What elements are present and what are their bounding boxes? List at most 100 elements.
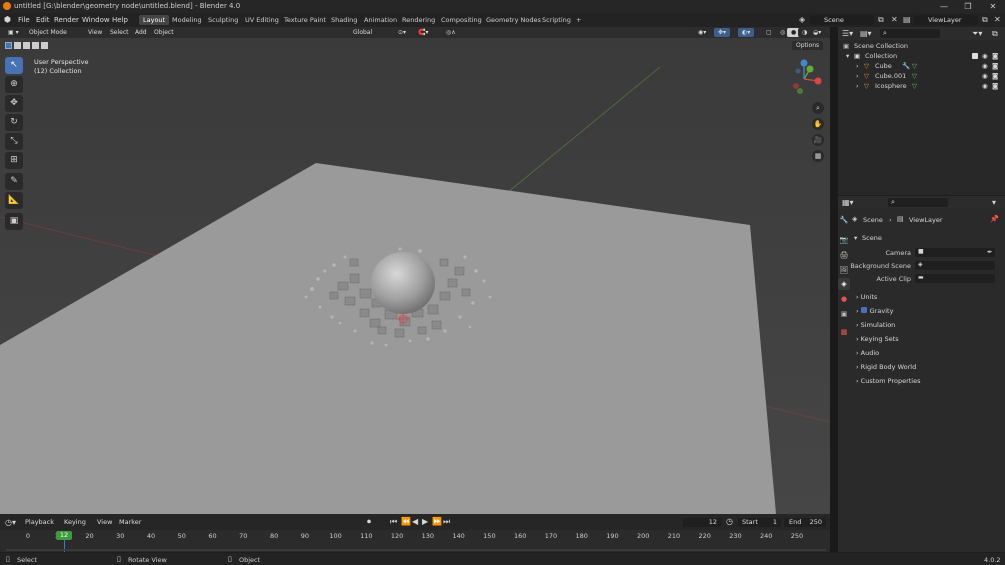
render-tab-icon[interactable]: 📷 bbox=[838, 234, 850, 246]
outliner-editor-type-icon[interactable]: ☰▾ bbox=[842, 29, 853, 38]
record-icon[interactable]: ⏺ bbox=[367, 517, 371, 527]
camera-view-icon[interactable]: 🎥 bbox=[812, 134, 824, 146]
scale-tool-icon[interactable]: ⤡ bbox=[5, 133, 23, 150]
outliner-object-cube[interactable]: › ▽ Cube 🔧 ▽ ◉ ◙ bbox=[838, 61, 1005, 71]
background-scene-field[interactable] bbox=[915, 261, 995, 270]
measure-tool-icon[interactable]: 📐 bbox=[5, 192, 23, 209]
pivot-icon[interactable]: ⊙▾ bbox=[394, 28, 411, 37]
annotate-tool-icon[interactable]: ✎ bbox=[5, 173, 23, 190]
keying-sets-section[interactable]: › Keying Sets bbox=[856, 335, 899, 343]
select-extend-icon[interactable] bbox=[14, 42, 21, 49]
new-collection-icon[interactable]: ⧉ bbox=[992, 29, 998, 39]
object-mode-dropdown[interactable]: Object Mode bbox=[25, 28, 81, 37]
outliner-collection[interactable]: ▾ ▣ Collection ◉ ◙ bbox=[838, 51, 1005, 61]
output-tab-icon[interactable]: 🖨 bbox=[838, 249, 850, 261]
menu-add[interactable]: Add bbox=[131, 28, 151, 37]
playhead-marker[interactable]: 12 bbox=[56, 531, 72, 540]
camera-field[interactable] bbox=[915, 248, 995, 257]
outliner-object-cube-001[interactable]: › ▽ Cube.001 ▽ ◉ ◙ bbox=[838, 71, 1005, 81]
xray-icon[interactable]: ▢ bbox=[762, 28, 776, 37]
tool-tab-icon[interactable]: 🔧 bbox=[838, 214, 850, 226]
3d-viewport[interactable]: ▣ ▾ Object Mode View Select Add Object G… bbox=[0, 27, 830, 514]
delete-view-layer-icon[interactable]: ✕ bbox=[994, 15, 1001, 24]
tab-modeling[interactable]: Modeling bbox=[168, 15, 206, 25]
pin-icon[interactable]: 📌 bbox=[990, 215, 999, 223]
proportional-edit-icon[interactable]: ◎∧ bbox=[442, 28, 460, 37]
timeline-editor-type-icon[interactable]: ◷▾ bbox=[5, 518, 16, 527]
visibility-icon[interactable]: ◉▾ bbox=[694, 28, 711, 37]
texture-tab-icon[interactable]: ▩ bbox=[838, 326, 850, 338]
editor-type-button[interactable]: ▣ ▾ bbox=[4, 28, 23, 37]
close-button[interactable]: ✕ bbox=[985, 1, 1001, 12]
blender-menu-icon[interactable]: ⬢ bbox=[4, 15, 11, 24]
camera-render-icon[interactable]: ◙ bbox=[992, 61, 998, 71]
gizmo-x-axis[interactable] bbox=[814, 77, 822, 85]
expand-icon[interactable]: ▾ bbox=[846, 51, 849, 61]
camera-render-icon[interactable]: ◙ bbox=[992, 81, 998, 91]
eye-icon[interactable]: ◉ bbox=[982, 61, 988, 71]
zoom-icon[interactable]: ⌕ bbox=[812, 102, 824, 114]
menu-keying[interactable]: Keying bbox=[64, 518, 86, 527]
rotate-tool-icon[interactable]: ↻ bbox=[5, 114, 23, 131]
new-view-layer-icon[interactable]: ⧉ bbox=[982, 15, 988, 25]
simulation-section[interactable]: › Simulation bbox=[856, 321, 895, 329]
tab-geometry-nodes[interactable]: Geometry Nodes bbox=[482, 15, 545, 25]
menu-object[interactable]: Object bbox=[150, 28, 178, 37]
outliner-object-icosphere[interactable]: › ▽ Icosphere ▽ ◉ ◙ bbox=[838, 81, 1005, 91]
panel-divider[interactable] bbox=[830, 27, 838, 552]
add-cube-tool-icon[interactable]: ▣ bbox=[5, 213, 23, 230]
menu-view[interactable]: View bbox=[84, 28, 107, 37]
audio-section[interactable]: › Audio bbox=[856, 349, 879, 357]
scene-panel-title[interactable]: Scene bbox=[862, 234, 882, 242]
timeline-scrollbar[interactable] bbox=[6, 549, 826, 551]
view-layer-icon[interactable]: ▤ bbox=[903, 15, 911, 24]
menu-help[interactable]: Help bbox=[112, 16, 128, 24]
eye-icon[interactable]: ◉ bbox=[982, 51, 988, 61]
camera-render-icon[interactable]: ◙ bbox=[992, 71, 998, 81]
start-frame-field[interactable]: Start 1 bbox=[738, 518, 781, 527]
tab-shading[interactable]: Shading bbox=[327, 15, 361, 25]
properties-search-field[interactable]: ⌕ bbox=[888, 198, 948, 207]
collection-tab-icon[interactable]: ▣ bbox=[838, 308, 850, 320]
new-scene-icon[interactable]: ⧉ bbox=[878, 15, 884, 25]
cursor-tool-icon[interactable]: ⊕ bbox=[5, 76, 23, 93]
tab-texture-paint[interactable]: Texture Paint bbox=[280, 15, 330, 25]
scene-selector[interactable]: Scene bbox=[810, 15, 874, 25]
tab-layout[interactable]: Layout bbox=[139, 15, 170, 25]
navigation-gizmo[interactable] bbox=[784, 59, 828, 99]
play-reverse-icon[interactable]: ◀ bbox=[412, 517, 418, 526]
tab-sculpting[interactable]: Sculpting bbox=[204, 15, 242, 25]
gizmo-z-axis[interactable] bbox=[800, 59, 808, 67]
next-keyframe-icon[interactable]: ⏩ bbox=[432, 517, 442, 526]
expand-icon[interactable]: › bbox=[856, 81, 859, 91]
current-frame-field[interactable]: 12 bbox=[683, 518, 721, 527]
add-workspace-button[interactable]: + bbox=[572, 15, 585, 25]
eye-icon[interactable]: ◉ bbox=[982, 81, 988, 91]
play-icon[interactable]: ▶ bbox=[422, 517, 428, 526]
minimize-button[interactable]: — bbox=[936, 1, 952, 12]
select-intersect-icon[interactable] bbox=[41, 42, 48, 49]
properties-options-icon[interactable]: ▾ bbox=[992, 198, 996, 207]
jump-start-icon[interactable]: ⏮ bbox=[390, 517, 397, 527]
gizmo-y-axis[interactable] bbox=[806, 65, 814, 73]
transform-orientation-dropdown[interactable]: Global bbox=[349, 28, 391, 37]
scene-panel-toggle-icon[interactable]: ▾ bbox=[854, 234, 857, 242]
select-tool-icon[interactable]: ↖ bbox=[5, 57, 23, 74]
tab-compositing[interactable]: Compositing bbox=[437, 15, 486, 25]
delete-scene-icon[interactable]: ✕ bbox=[891, 15, 898, 24]
tab-rendering[interactable]: Rendering bbox=[398, 15, 439, 25]
rigid-body-world-section[interactable]: › Rigid Body World bbox=[856, 363, 916, 371]
menu-render[interactable]: Render bbox=[54, 16, 79, 24]
move-tool-icon[interactable]: ✥ bbox=[5, 95, 23, 112]
prev-keyframe-icon[interactable]: ⏪ bbox=[401, 517, 411, 526]
outliner-scene-collection[interactable]: ▣ Scene Collection bbox=[838, 41, 1005, 51]
collection-checkbox[interactable] bbox=[972, 53, 978, 59]
tab-animation[interactable]: Animation bbox=[360, 15, 401, 25]
scene-icon[interactable]: ◈ bbox=[799, 15, 805, 24]
view-layer-selector[interactable]: ViewLayer bbox=[914, 15, 978, 25]
end-frame-field[interactable]: End 250 bbox=[784, 518, 826, 527]
filter-icon[interactable]: ⏷▾ bbox=[972, 29, 982, 39]
gravity-checkbox[interactable] bbox=[860, 307, 867, 313]
eyedropper-icon[interactable]: ✒ bbox=[987, 248, 992, 256]
clock-icon[interactable]: ◷ bbox=[726, 517, 733, 526]
